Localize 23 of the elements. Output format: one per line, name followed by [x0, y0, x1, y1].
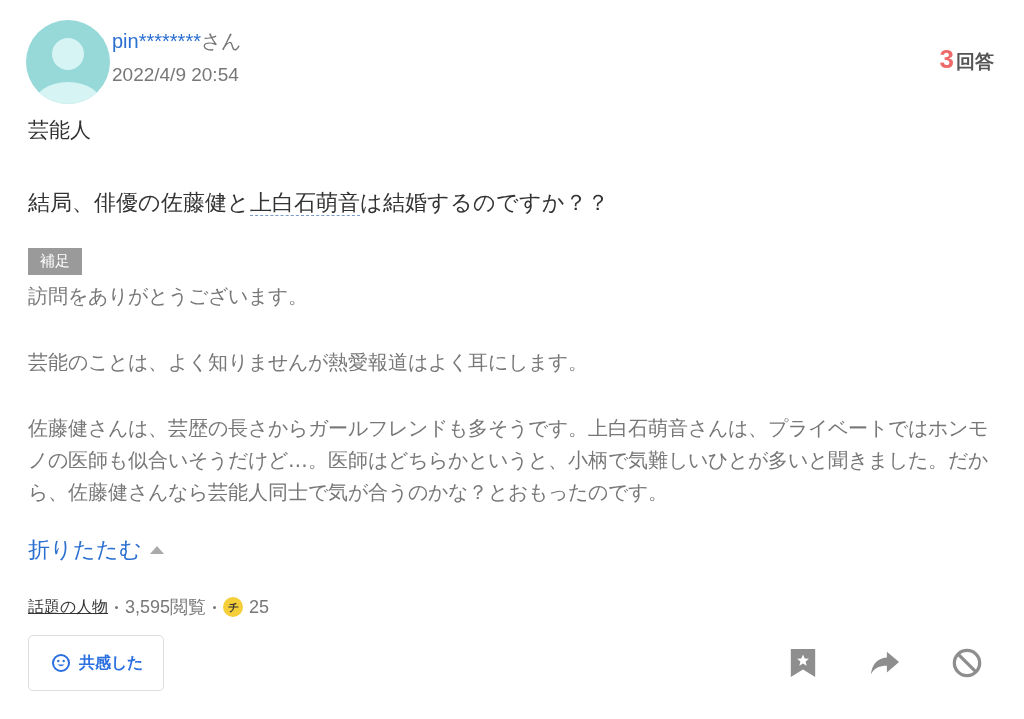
separator-dot [213, 605, 217, 609]
bookmark-icon[interactable] [788, 648, 818, 678]
coin-count: 25 [249, 596, 270, 618]
honorific: さん [200, 28, 241, 54]
answer-count: 3 [939, 44, 954, 75]
answer-label: 回答 [956, 49, 994, 74]
supplement-paragraph: 訪問をありがとうございます。 [28, 284, 309, 310]
supplement-paragraph: 佐藤健さんは、芸歴の長さからガールフレンドも多そうです。上白石萌音さんは、プライベートではホンモノの医師も似合いそうだけど…。医師はどちらかというと、小柄で気難しいひとが多いと聞きました。だから、佐藤健さんなら芸能人同士で気が合うのかな？とおもったのです。 [28, 416, 989, 506]
post-date: 2022/4/9 20:54 [112, 64, 240, 86]
keyword-link[interactable]: 上白石萌音 [250, 190, 360, 216]
category-text: 芸能人 [28, 117, 92, 144]
user-name[interactable]: pin******** [112, 28, 201, 54]
topic-link[interactable]: 話題の人物 [28, 596, 108, 618]
block-icon[interactable] [952, 648, 982, 678]
supplement-paragraph: 芸能のことは、よく知りませんが熱愛報道はよく耳にします。 [28, 350, 589, 376]
empathy-button[interactable]: 共感した [28, 635, 164, 691]
collapse-link[interactable]: 折りたたむ [28, 535, 142, 565]
separator-dot [115, 605, 118, 609]
coin-icon: チ [223, 597, 244, 617]
smile-icon [51, 653, 71, 673]
view-count: 3,595閲覧 [125, 596, 207, 619]
question-text: 結局、俳優の佐藤健と 上白石萌音は結婚するのですか？？ [28, 189, 610, 218]
supplement-badge: 補足 [28, 248, 82, 275]
